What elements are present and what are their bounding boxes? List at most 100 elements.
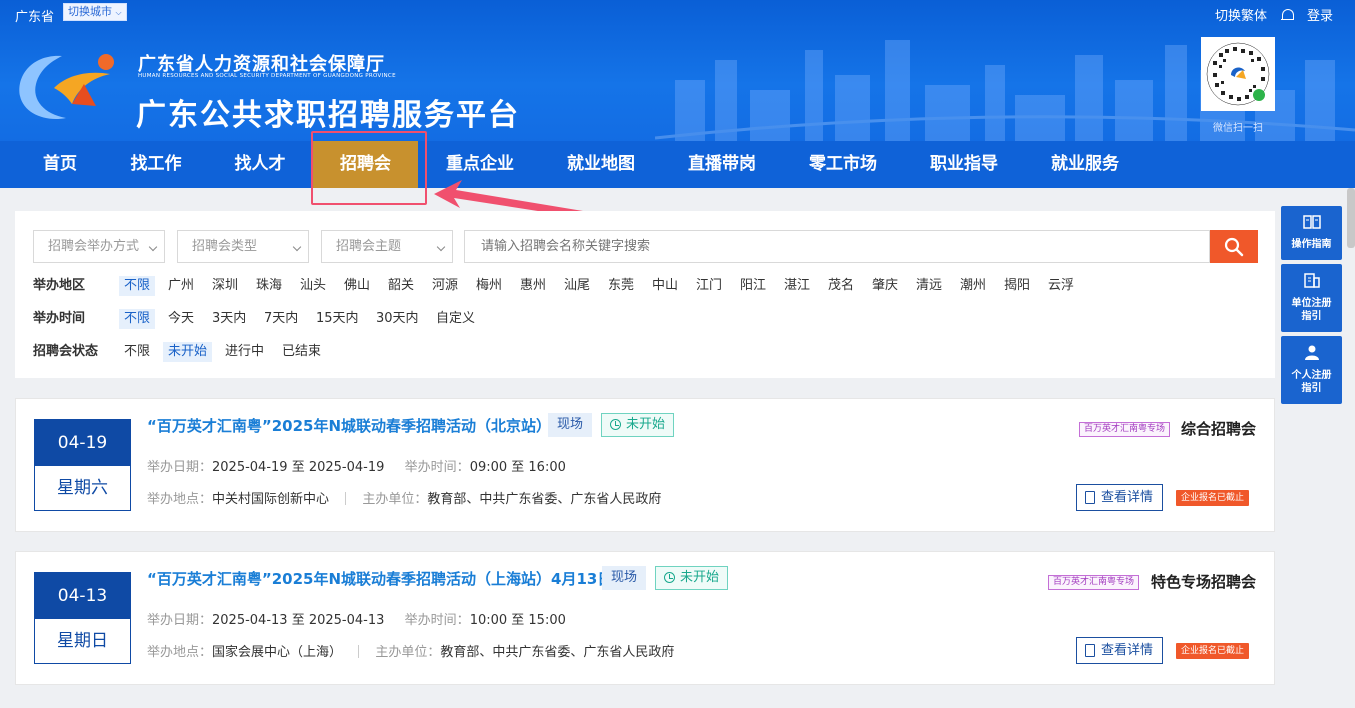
nav-item-career-guidance[interactable]: 职业指导 xyxy=(927,141,1001,188)
time-filter-row: 举办时间 不限 今天 3天内 7天内 15天内 30天内 自定义 xyxy=(33,309,1253,329)
switch-traditional-link[interactable]: 切换繁体 xyxy=(1215,5,1267,24)
region-option[interactable]: 韶关 xyxy=(383,276,419,296)
fair-title-link[interactable]: “百万英才汇南粤”2025年N城联动春季招聘活动（北京站） xyxy=(147,415,551,436)
place-value: 中关村国际创新中心 xyxy=(212,492,330,507)
region-option[interactable]: 江门 xyxy=(691,276,727,296)
personal-register-guide-button[interactable]: 个人注册 指引 xyxy=(1281,336,1342,404)
time-option[interactable]: 不限 xyxy=(119,309,156,329)
nav-item-home[interactable]: 首页 xyxy=(38,141,82,188)
fair-title-link[interactable]: “百万英才汇南粤”2025年N城联动春季招聘活动（上海站）4月13日 xyxy=(147,568,612,589)
fair-theme-select-value: 招聘会主题 xyxy=(336,239,402,254)
region-option[interactable]: 佛山 xyxy=(339,276,375,296)
region-option[interactable]: 揭阳 xyxy=(999,276,1035,296)
annotation-highlight-box xyxy=(311,131,427,205)
region-option[interactable]: 中山 xyxy=(647,276,683,296)
job-fair-card[interactable]: 04-19 星期六 “百万英才汇南粤”2025年N城联动春季招聘活动（北京站） … xyxy=(15,398,1275,532)
current-province: 广东省 xyxy=(15,10,55,25)
time-label: 举办时间： xyxy=(404,460,470,475)
status-option[interactable]: 已结束 xyxy=(277,342,326,362)
status-filter-label: 招聘会状态 xyxy=(33,344,99,359)
nav-item-employment-services[interactable]: 就业服务 xyxy=(1048,141,1122,188)
divider xyxy=(358,645,360,658)
main-nav: 首页 找工作 找人才 招聘会 重点企业 就业地图 直播带岗 零工市场 职业指导 … xyxy=(0,141,1355,188)
time-option[interactable]: 30天内 xyxy=(371,309,424,329)
search-button[interactable] xyxy=(1210,230,1258,263)
book-icon xyxy=(1303,215,1321,229)
host-value: 教育部、中共广东省委、广东省人民政府 xyxy=(440,645,675,660)
status-tag-label: 未开始 xyxy=(626,417,666,432)
time-option[interactable]: 7天内 xyxy=(259,309,303,329)
fair-search-input[interactable] xyxy=(464,230,1210,263)
view-details-button[interactable]: 查看详情 xyxy=(1076,484,1163,511)
unit-register-guide-button[interactable]: 单位注册 指引 xyxy=(1281,264,1342,332)
region-option[interactable]: 不限 xyxy=(119,276,156,296)
fair-theme-select[interactable]: 招聘会主题 xyxy=(321,230,453,263)
chevron-down-icon: ⌵ xyxy=(115,8,122,17)
region-option[interactable]: 河源 xyxy=(427,276,463,296)
region-option[interactable]: 梅州 xyxy=(471,276,507,296)
fair-weekday: 星期日 xyxy=(57,631,108,651)
time-option[interactable]: 15天内 xyxy=(311,309,364,329)
nav-item-find-talent[interactable]: 找人才 xyxy=(232,141,288,188)
region-option[interactable]: 湛江 xyxy=(779,276,815,296)
view-details-label: 查看详情 xyxy=(1101,490,1154,505)
special-event-badge: 百万英才汇南粤专场 xyxy=(1079,422,1171,437)
status-option[interactable]: 进行中 xyxy=(220,342,269,362)
registration-closed-badge: 企业报名已截止 xyxy=(1176,490,1250,506)
special-event-badge: 百万英才汇南粤专场 xyxy=(1048,575,1140,590)
fair-mode-select[interactable]: 招聘会举办方式 xyxy=(33,230,165,263)
region-option[interactable]: 深圳 xyxy=(207,276,243,296)
chevron-down-icon xyxy=(292,242,302,252)
page-scrollbar[interactable] xyxy=(1347,188,1355,248)
nav-item-live-recruit[interactable]: 直播带岗 xyxy=(685,141,759,188)
region-option[interactable]: 汕头 xyxy=(295,276,331,296)
document-icon xyxy=(1085,491,1095,504)
status-option[interactable]: 不限 xyxy=(119,342,155,362)
fair-date-box: 04-13 星期日 xyxy=(34,572,131,664)
chevron-down-icon xyxy=(436,242,446,252)
view-details-label: 查看详情 xyxy=(1101,643,1154,658)
region-option[interactable]: 阳江 xyxy=(735,276,771,296)
fair-type-select-value: 招聘会类型 xyxy=(192,239,258,254)
bell-icon[interactable] xyxy=(1280,8,1294,22)
time-filter-label: 举办时间 xyxy=(33,311,86,326)
switch-city-button[interactable]: 切换城市 ⌵ xyxy=(63,3,127,21)
building-icon xyxy=(1304,273,1320,288)
region-filter-row: 举办地区 不限 广州 深圳 珠海 汕头 佛山 韶关 河源 梅州 惠州 汕尾 东莞… xyxy=(33,276,1253,296)
view-details-button[interactable]: 查看详情 xyxy=(1076,637,1163,664)
region-option[interactable]: 肇庆 xyxy=(867,276,903,296)
fair-type-select[interactable]: 招聘会类型 xyxy=(177,230,309,263)
nav-item-find-job[interactable]: 找工作 xyxy=(128,141,184,188)
switch-city-label: 切换城市 xyxy=(68,5,112,18)
time-option[interactable]: 自定义 xyxy=(431,309,480,329)
qr-caption: 微信扫一扫 xyxy=(1213,123,1263,134)
date-label: 举办日期： xyxy=(147,613,213,628)
operation-guide-label: 操作指南 xyxy=(1291,239,1332,250)
fair-weekday: 星期六 xyxy=(57,478,108,498)
region-option[interactable]: 惠州 xyxy=(515,276,551,296)
status-filter-row: 招聘会状态 不限 未开始 进行中 已结束 xyxy=(33,342,1253,362)
region-option[interactable]: 广州 xyxy=(163,276,199,296)
ministry-logo[interactable] xyxy=(14,48,124,122)
region-option[interactable]: 云浮 xyxy=(1043,276,1079,296)
chevron-down-icon xyxy=(148,242,158,252)
region-option[interactable]: 东莞 xyxy=(603,276,639,296)
login-link[interactable]: 登录 xyxy=(1307,5,1333,24)
date-label: 举办日期： xyxy=(147,460,213,475)
status-tag-label: 未开始 xyxy=(680,570,720,585)
job-fair-card[interactable]: 04-13 星期日 “百万英才汇南粤”2025年N城联动春季招聘活动（上海站）4… xyxy=(15,551,1275,685)
region-option[interactable]: 清远 xyxy=(911,276,947,296)
operation-guide-button[interactable]: 操作指南 xyxy=(1281,206,1342,260)
region-option[interactable]: 茂名 xyxy=(823,276,859,296)
nav-item-gig-market[interactable]: 零工市场 xyxy=(806,141,880,188)
status-option[interactable]: 未开始 xyxy=(163,342,213,362)
onsite-tag: 现场 xyxy=(602,566,647,590)
qr-code-icon xyxy=(1206,42,1270,106)
time-option[interactable]: 3天内 xyxy=(207,309,251,329)
clock-icon xyxy=(610,419,621,430)
divider xyxy=(345,492,347,505)
region-option[interactable]: 潮州 xyxy=(955,276,991,296)
time-option[interactable]: 今天 xyxy=(163,309,199,329)
region-option[interactable]: 珠海 xyxy=(251,276,287,296)
region-option[interactable]: 汕尾 xyxy=(559,276,595,296)
